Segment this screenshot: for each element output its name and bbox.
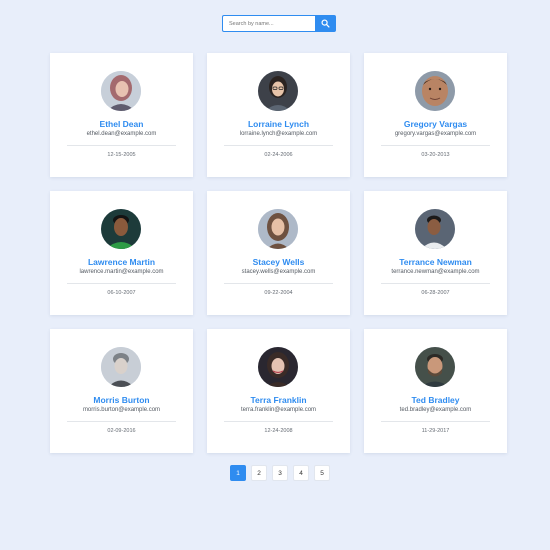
avatar (101, 209, 141, 249)
page-button-2[interactable]: 2 (251, 465, 267, 481)
search-icon (321, 19, 330, 28)
user-email: lorraine.lynch@example.com (239, 131, 318, 137)
user-card[interactable]: Terra Franklin terra.franklin@example.co… (207, 329, 350, 453)
user-email: ethel.dean@example.com (86, 131, 157, 137)
user-card[interactable]: Gregory Vargas gregory.vargas@example.co… (364, 53, 507, 177)
user-date: 06-10-2007 (107, 290, 136, 296)
user-name[interactable]: Ethel Dean (50, 119, 193, 129)
user-email: stacey.wells@example.com (241, 269, 316, 275)
avatar (415, 209, 455, 249)
pagination: 1 2 3 4 5 (230, 465, 330, 481)
user-date: 12-24-2008 (264, 428, 293, 434)
divider (381, 283, 490, 284)
user-email: gregory.vargas@example.com (394, 131, 477, 137)
divider (381, 145, 490, 146)
divider (224, 283, 333, 284)
user-card-grid: Ethel Dean ethel.dean@example.com 12-15-… (50, 53, 507, 453)
user-card[interactable]: Ethel Dean ethel.dean@example.com 12-15-… (50, 53, 193, 177)
avatar (415, 347, 455, 387)
user-card[interactable]: Ted Bradley ted.bradley@example.com 11-2… (364, 329, 507, 453)
search-bar (222, 15, 336, 32)
divider (67, 421, 176, 422)
user-email: morris.burton@example.com (82, 407, 161, 413)
user-name[interactable]: Ted Bradley (364, 395, 507, 405)
user-email: terrance.newman@example.com (391, 269, 480, 275)
user-date: 11-29-2017 (421, 428, 450, 434)
user-directory-page: Ethel Dean ethel.dean@example.com 12-15-… (0, 0, 550, 550)
page-button-3[interactable]: 3 (272, 465, 288, 481)
divider (67, 145, 176, 146)
avatar (101, 71, 141, 111)
user-card[interactable]: Lawrence Martin lawrence.martin@example.… (50, 191, 193, 315)
user-date: 09-22-2004 (264, 290, 293, 296)
user-name[interactable]: Morris Burton (50, 395, 193, 405)
avatar (101, 347, 141, 387)
user-email: ted.bradley@example.com (399, 407, 472, 413)
user-card[interactable]: Stacey Wells stacey.wells@example.com 09… (207, 191, 350, 315)
user-name[interactable]: Gregory Vargas (364, 119, 507, 129)
search-button[interactable] (315, 15, 336, 32)
user-date: 02-09-2016 (107, 428, 136, 434)
avatar (258, 71, 298, 111)
avatar (258, 209, 298, 249)
page-button-4[interactable]: 4 (293, 465, 309, 481)
avatar (258, 347, 298, 387)
user-name[interactable]: Terra Franklin (207, 395, 350, 405)
user-date: 12-15-2005 (107, 152, 136, 158)
user-date: 06-28-2007 (421, 290, 450, 296)
user-email: terra.franklin@example.com (240, 407, 317, 413)
user-card[interactable]: Lorraine Lynch lorraine.lynch@example.co… (207, 53, 350, 177)
user-name[interactable]: Terrance Newman (364, 257, 507, 267)
user-email: lawrence.martin@example.com (79, 269, 164, 275)
divider (67, 283, 176, 284)
divider (224, 145, 333, 146)
user-card[interactable]: Morris Burton morris.burton@example.com … (50, 329, 193, 453)
divider (381, 421, 490, 422)
page-button-1[interactable]: 1 (230, 465, 246, 481)
user-name[interactable]: Lorraine Lynch (207, 119, 350, 129)
user-name[interactable]: Stacey Wells (207, 257, 350, 267)
user-name[interactable]: Lawrence Martin (50, 257, 193, 267)
search-input[interactable] (222, 15, 315, 32)
user-date: 02-24-2006 (264, 152, 293, 158)
page-button-5[interactable]: 5 (314, 465, 330, 481)
user-date: 03-20-2013 (421, 152, 450, 158)
avatar (415, 71, 455, 111)
user-card[interactable]: Terrance Newman terrance.newman@example.… (364, 191, 507, 315)
divider (224, 421, 333, 422)
